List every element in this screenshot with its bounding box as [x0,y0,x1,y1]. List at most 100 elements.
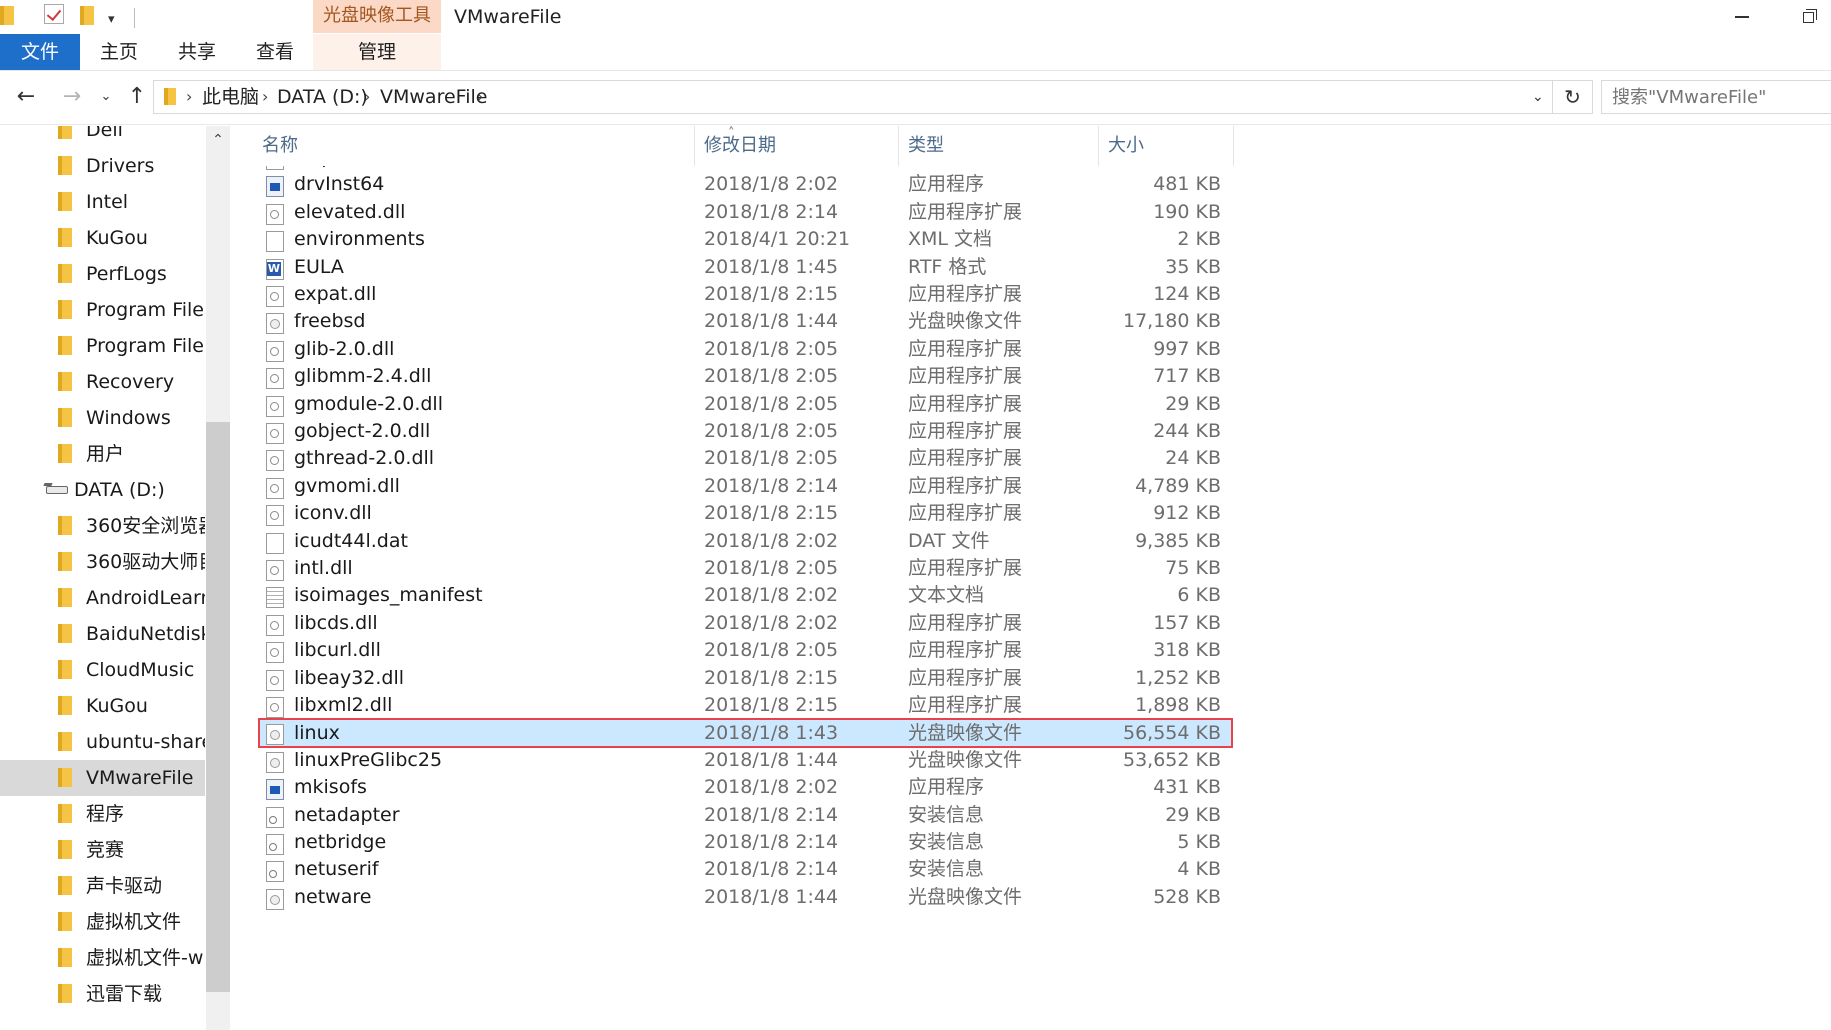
file-date: 2018/1/8 1:44 [704,310,839,333]
column-header-size[interactable]: 大小 [1108,126,1144,166]
nav-item-folder[interactable]: 竞赛 [0,832,205,868]
chevron-right-icon[interactable]: › [262,81,268,113]
column-header-name[interactable]: 名称 [262,126,298,166]
file-row[interactable]: libeay32.dll 2018/1/8 2:15 应用程序扩展 1,252 KB [258,664,1233,692]
chevron-right-icon[interactable]: › [364,81,370,113]
file-row[interactable]: expat.dll 2018/1/8 2:15 应用程序扩展 124 KB [258,280,1233,308]
back-arrow-icon[interactable]: ← [10,78,42,116]
file-type: 安装信息 [908,858,985,881]
column-divider[interactable] [694,126,695,166]
refresh-icon[interactable]: ↻ [1553,80,1593,114]
nav-item-folder[interactable]: 声卡驱动 [0,868,205,904]
recent-locations-chevron-icon[interactable]: ⌄ [96,78,116,116]
tab-manage[interactable]: 管理 [313,34,441,70]
file-row[interactable]: libxml2.dll 2018/1/8 2:15 应用程序扩展 1,898 KB [258,691,1233,719]
file-type: 应用程序扩展 [908,200,1023,223]
nav-item-folder[interactable]: BaiduNetdiskl [0,616,205,652]
nav-item-folder[interactable]: KuGou [0,220,205,256]
exe-file-icon [266,779,284,801]
nav-item-folder[interactable]: 360驱动大师目 [0,544,205,580]
file-row[interactable]: icudt44l.dat 2018/1/8 2:02 DAT 文件 9,385 KB [258,527,1233,555]
column-header-type[interactable]: 类型 [908,126,944,166]
chevron-right-icon[interactable]: › [477,81,483,113]
nav-item-folder[interactable]: Windows [0,400,205,436]
nav-item-folder[interactable]: Program Files [0,328,205,364]
nav-item-folder[interactable]: Dell [0,126,205,148]
quick-access-dropdown-icon[interactable]: ▾ [108,12,115,27]
file-date: 2018/1/8 1:44 [704,748,839,771]
nav-item-folder[interactable]: 迅雷下载 [0,976,205,1012]
breadcrumb-drive[interactable]: DATA (D:) [277,81,368,113]
up-arrow-icon[interactable]: ↑ [122,78,152,116]
folder-icon[interactable] [0,6,14,29]
nav-item-folder[interactable]: Program Files [0,292,205,328]
file-size: 157 KB [1153,611,1221,634]
nav-scroll-thumb[interactable] [206,422,230,992]
nav-item-folder[interactable]: CloudMusic [0,652,205,688]
nav-item-drive[interactable]: DATA (D:) [0,472,205,508]
tab-file[interactable]: 文件 [0,34,80,70]
file-row[interactable]: gvmomi.dll 2018/1/8 2:14 应用程序扩展 4,789 KB [258,472,1233,500]
column-header-date[interactable]: 修改日期 [704,126,776,166]
file-row-selected[interactable]: linux 2018/1/8 1:43 光盘映像文件 56,554 KB [258,718,1233,749]
file-row[interactable]: glibmm-2.4.dll 2018/1/8 2:05 应用程序扩展 717 KB [258,362,1233,390]
nav-item-folder[interactable]: 虚拟机文件-wi [0,940,205,976]
file-row[interactable]: mkisofs 2018/1/8 2:02 应用程序 431 KB [258,773,1233,801]
file-row[interactable]: environments 2018/4/1 20:21 XML 文档 2 KB [258,225,1233,253]
folder-icon [58,912,72,931]
chevron-right-icon[interactable]: › [186,81,192,113]
breadcrumb-vmwarefile[interactable]: VMwareFile [380,81,487,113]
tab-home[interactable]: 主页 [86,34,152,70]
nav-item-folder[interactable]: 程序 [0,796,205,832]
file-row[interactable]: libcurl.dll 2018/1/8 2:05 应用程序扩展 318 KB [258,636,1233,664]
search-input[interactable] [1601,80,1831,114]
address-bar[interactable]: › 此电脑 › DATA (D:) › VMwareFile › ⌄ [153,80,1553,114]
file-row[interactable]: elevated.dll 2018/1/8 2:14 应用程序扩展 190 KB [258,198,1233,226]
breadcrumb-this-pc[interactable]: 此电脑 [202,81,259,113]
new-folder-icon[interactable] [80,6,94,29]
file-name: netware [294,885,372,908]
file-row[interactable]: iconv.dll 2018/1/8 2:15 应用程序扩展 912 KB [258,499,1233,527]
file-row[interactable]: netadapter 2018/1/8 2:14 安装信息 29 KB [258,801,1233,829]
file-row[interactable]: glib-2.0.dll 2018/1/8 2:05 应用程序扩展 997 KB [258,335,1233,363]
nav-item-folder[interactable]: 360安全浏览器 [0,508,205,544]
column-divider[interactable] [1098,126,1099,166]
nav-item-folder[interactable]: 用户 [0,436,205,472]
nav-item-folder[interactable]: AndroidLearn [0,580,205,616]
address-dropdown-icon[interactable]: ⌄ [1532,81,1544,113]
scroll-up-chevron-icon[interactable]: ⌃ [206,128,230,152]
forward-arrow-icon[interactable]: → [56,78,88,116]
nav-item-folder[interactable]: KuGou [0,688,205,724]
file-row[interactable]: gobject-2.0.dll 2018/1/8 2:05 应用程序扩展 244 KB [258,417,1233,445]
nav-item-folder[interactable]: ubuntu-share [0,724,205,760]
column-divider[interactable] [898,126,899,166]
folder-icon [58,588,72,607]
nav-item-folder[interactable]: VMwareFile [0,760,205,796]
file-row[interactable]: freebsd 2018/1/8 1:44 光盘映像文件 17,180 KB [258,307,1233,335]
file-row[interactable]: isoimages_manifest 2018/1/8 2:02 文本文档 6 KB [258,581,1233,609]
file-row[interactable]: netware 2018/1/8 1:44 光盘映像文件 528 KB [258,883,1233,911]
file-row[interactable]: libcds.dll 2018/1/8 2:02 应用程序扩展 157 KB [258,609,1233,637]
nav-item-folder[interactable]: Recovery [0,364,205,400]
tab-share[interactable]: 共享 [164,34,230,70]
file-row[interactable]: gmodule-2.0.dll 2018/1/8 2:05 应用程序扩展 29 KB [258,390,1233,418]
nav-item-folder[interactable]: 虚拟机文件 [0,904,205,940]
file-row[interactable]: netbridge 2018/1/8 2:14 安装信息 5 KB [258,828,1233,856]
file-row[interactable]: gthread-2.0.dll 2018/1/8 2:05 应用程序扩展 24 KB [258,444,1233,472]
file-row[interactable]: drvInst64 2018/1/8 2:02 应用程序 481 KB [258,170,1233,198]
properties-check-icon[interactable] [44,4,64,24]
minimize-button[interactable] [1722,0,1762,34]
nav-item-folder[interactable]: Drivers [0,148,205,184]
file-row[interactable]: EULA 2018/1/8 1:45 RTF 格式 35 KB [258,253,1233,281]
file-row[interactable]: intl.dll 2018/1/8 2:05 应用程序扩展 75 KB [258,554,1233,582]
folder-icon [58,624,72,643]
nav-item-folder[interactable]: Intel [0,184,205,220]
tab-view[interactable]: 查看 [242,34,308,70]
nav-item-folder[interactable]: PerfLogs [0,256,205,292]
column-divider[interactable] [1233,126,1234,166]
folder-icon [58,984,72,1003]
file-row[interactable]: netuserif 2018/1/8 2:14 安装信息 4 KB [258,855,1233,883]
folder-icon [58,192,72,211]
file-row[interactable]: linuxPreGlibc25 2018/1/8 1:44 光盘映像文件 53,652… [258,746,1233,774]
maximize-button[interactable] [1790,0,1830,34]
